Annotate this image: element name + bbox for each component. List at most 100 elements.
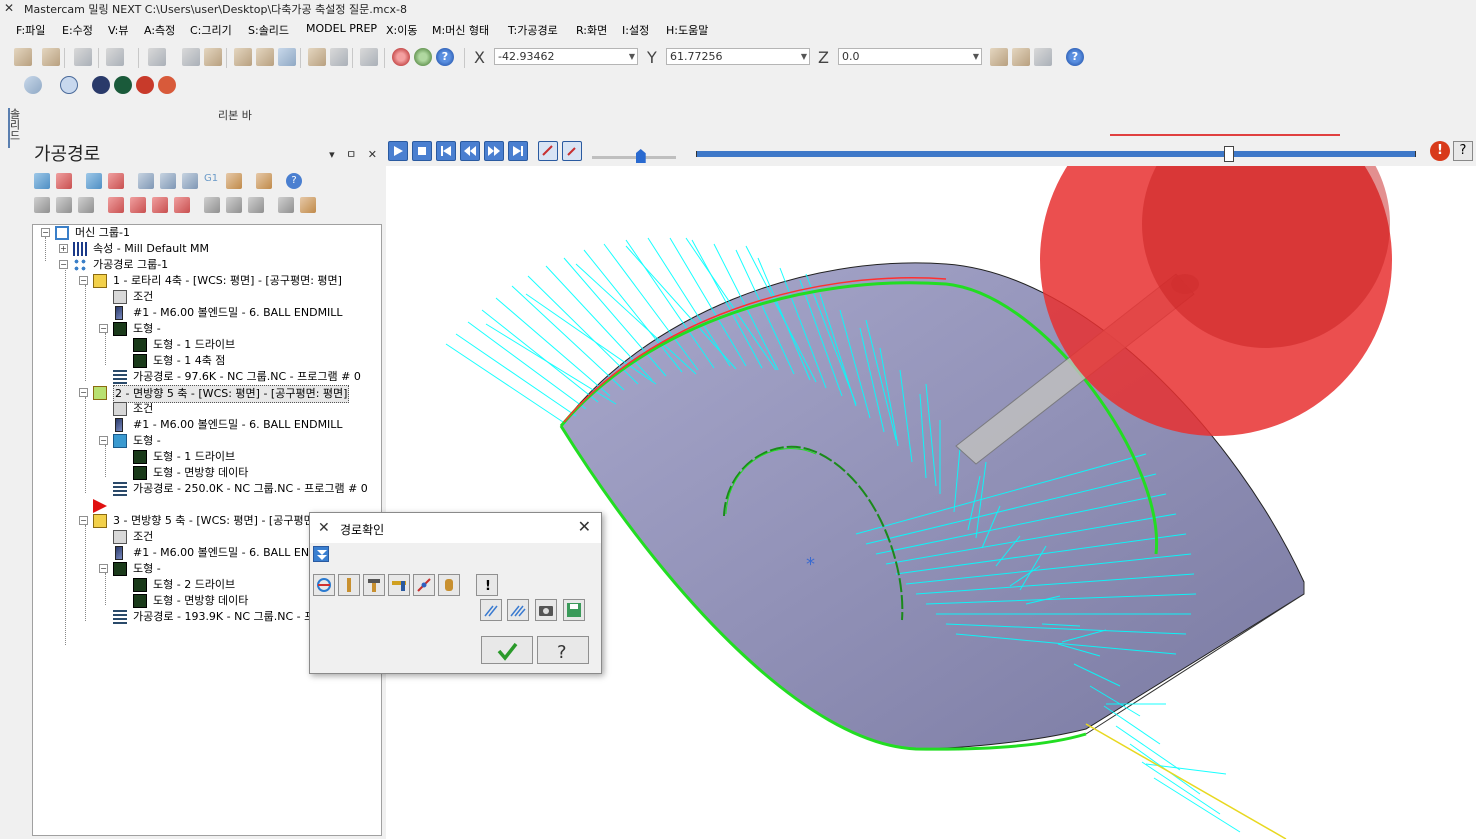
window-select-icon[interactable] xyxy=(106,48,124,66)
sphere-icon[interactable] xyxy=(60,76,78,94)
save-icon[interactable] xyxy=(563,599,585,621)
backplot-progress-thumb[interactable] xyxy=(1223,146,1234,162)
selection-filter-icon[interactable] xyxy=(308,48,326,66)
trace-mode-button[interactable] xyxy=(538,141,558,161)
menu-edit[interactable]: E:수정 xyxy=(62,22,93,38)
toolpath-colors-icon[interactable] xyxy=(507,599,529,621)
rotate-icon[interactable] xyxy=(74,48,92,66)
insert-arrow-marker-icon[interactable] xyxy=(93,499,107,513)
speed-slider-thumb[interactable] xyxy=(635,149,646,163)
x-coordinate-input[interactable]: -42.93462 ▼ xyxy=(494,48,638,65)
backplot-help-icon[interactable]: ? xyxy=(1453,141,1473,161)
info-icon[interactable]: ! xyxy=(476,574,498,596)
menu-solids[interactable]: S:솔리드 xyxy=(248,22,289,38)
play-button[interactable] xyxy=(388,141,408,161)
y-dropdown-icon[interactable]: ▼ xyxy=(801,49,807,64)
undo-select-icon[interactable] xyxy=(330,48,348,66)
z-dropdown-icon[interactable]: ▼ xyxy=(973,49,979,64)
menu-machine-type[interactable]: M:머신 형태 xyxy=(432,22,489,38)
insert-arrow-icon[interactable] xyxy=(152,197,168,213)
solids-tab[interactable]: 솔리드 xyxy=(8,108,22,148)
simulate-icon[interactable] xyxy=(182,173,198,189)
settings-icon[interactable] xyxy=(300,197,316,213)
select-only-icon[interactable] xyxy=(42,48,60,66)
step-forward-button[interactable] xyxy=(484,141,504,161)
cursor-options-icon[interactable] xyxy=(1034,48,1052,66)
panel-pin-icon[interactable]: ㅁ xyxy=(346,148,356,161)
highfeed-icon[interactable] xyxy=(256,173,272,189)
autocursor-icon[interactable] xyxy=(1012,48,1030,66)
move-down-icon[interactable] xyxy=(108,197,124,213)
menu-model-prep[interactable]: MODEL PREP xyxy=(306,22,377,35)
menu-view[interactable]: V:뷰 xyxy=(108,22,128,38)
x-dropdown-icon[interactable]: ▼ xyxy=(629,49,635,64)
go-to-end-button[interactable] xyxy=(508,141,528,161)
backplot-progress-bar[interactable] xyxy=(696,151,1416,157)
select-all-icon[interactable] xyxy=(14,48,32,66)
ok-icon[interactable] xyxy=(414,48,432,66)
regenerate-dirty-icon[interactable] xyxy=(108,173,124,189)
toggle-display-icon[interactable] xyxy=(56,197,72,213)
options-icon[interactable] xyxy=(278,197,294,213)
box-select-icon[interactable] xyxy=(148,48,166,66)
display-endpoints-icon[interactable] xyxy=(413,574,435,596)
move-up-icon[interactable] xyxy=(130,197,146,213)
globe-icon[interactable] xyxy=(24,76,42,94)
translucency-icon[interactable] xyxy=(158,76,176,94)
body-select-icon[interactable] xyxy=(256,48,274,66)
menu-file[interactable]: F:파일 xyxy=(16,22,45,38)
step-back-button[interactable] xyxy=(460,141,480,161)
menu-screen[interactable]: R:화면 xyxy=(576,22,607,38)
display-tool-icon[interactable] xyxy=(338,574,360,596)
g1-icon[interactable]: G1 xyxy=(204,173,220,189)
vertex-select-icon[interactable] xyxy=(278,48,296,66)
verify-select-icon[interactable] xyxy=(360,48,378,66)
panel-help-icon[interactable]: ? xyxy=(286,173,302,189)
scroll-arrow-icon[interactable] xyxy=(174,197,190,213)
menu-analyze[interactable]: A:측정 xyxy=(144,22,175,38)
go-to-start-button[interactable] xyxy=(436,141,456,161)
wireframe-icon[interactable] xyxy=(114,76,132,94)
y-coordinate-input[interactable]: 61.77256 ▼ xyxy=(666,48,810,65)
pointer-icon[interactable] xyxy=(182,48,200,66)
post-icon[interactable] xyxy=(226,173,242,189)
display-holder-icon[interactable] xyxy=(363,574,385,596)
backplot-icon[interactable] xyxy=(138,173,154,189)
menu-create[interactable]: C:그리기 xyxy=(190,22,232,38)
menu-xform[interactable]: X:이동 xyxy=(386,22,417,38)
tool-display-button[interactable] xyxy=(562,141,582,161)
panel-dropdown-icon[interactable]: ▾ xyxy=(329,148,335,161)
lock-icon[interactable] xyxy=(34,197,50,213)
menu-toolpaths[interactable]: T:가공경로 xyxy=(508,22,558,38)
verify-icon[interactable] xyxy=(160,173,176,189)
regenerate-selected-icon[interactable] xyxy=(86,173,102,189)
coordinates-help-icon[interactable]: ? xyxy=(1066,48,1084,66)
z-coordinate-input[interactable]: 0.0 ▼ xyxy=(838,48,982,65)
show-selected-icon[interactable] xyxy=(204,197,220,213)
warning-icon[interactable]: ! xyxy=(1430,141,1450,161)
deselect-operations-icon[interactable] xyxy=(56,173,72,189)
hidden-icon[interactable] xyxy=(136,76,154,94)
speed-slider-track[interactable] xyxy=(592,156,676,159)
hide-icon[interactable] xyxy=(226,197,242,213)
solid-select-icon[interactable] xyxy=(204,48,222,66)
toggle-post-icon[interactable] xyxy=(78,197,94,213)
stop-button[interactable] xyxy=(412,141,432,161)
dialog-help-button[interactable]: ? xyxy=(537,636,589,664)
shaded-icon[interactable] xyxy=(92,76,110,94)
select-all-operations-icon[interactable] xyxy=(34,173,50,189)
dialog-ok-button[interactable] xyxy=(481,636,533,664)
display-moves-icon[interactable] xyxy=(313,574,335,596)
stop-icon[interactable] xyxy=(392,48,410,66)
menu-settings[interactable]: I:설정 xyxy=(622,22,649,38)
help-icon[interactable]: ? xyxy=(436,48,454,66)
toolpath-options-icon[interactable] xyxy=(480,599,502,621)
toggle-icon[interactable] xyxy=(248,197,264,213)
camera-icon[interactable] xyxy=(535,599,557,621)
quick-verify-icon[interactable] xyxy=(438,574,460,596)
menu-help[interactable]: H:도움말 xyxy=(666,22,708,38)
collapse-icon[interactable] xyxy=(313,546,329,562)
panel-close-icon[interactable]: ✕ xyxy=(368,148,377,161)
fast-point-icon[interactable] xyxy=(990,48,1008,66)
face-select-icon[interactable] xyxy=(234,48,252,66)
